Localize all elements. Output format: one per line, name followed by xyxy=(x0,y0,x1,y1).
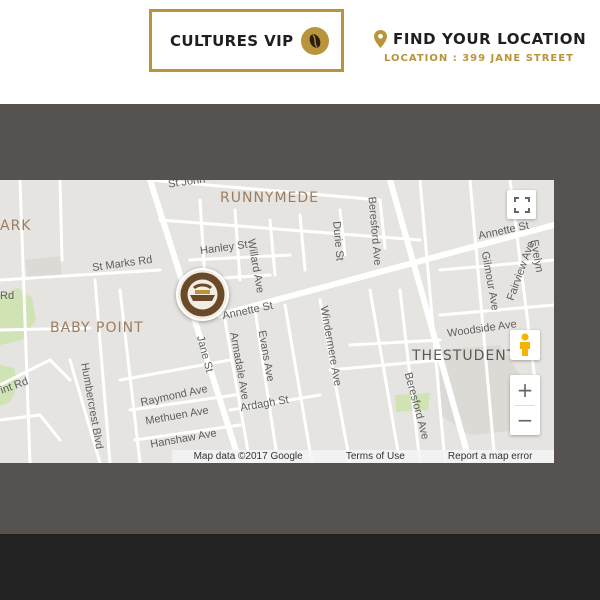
find-location-link[interactable]: FIND YOUR LOCATION xyxy=(374,30,594,48)
map-attribution-bar: Map data ©2017 Google Terms of Use Repor… xyxy=(172,450,554,463)
location-block: FIND YOUR LOCATION LOCATION : 399 JANE S… xyxy=(374,30,594,64)
map-fullscreen-button[interactable] xyxy=(507,190,536,219)
cultures-vip-label: CULTURES VIP xyxy=(170,31,294,50)
street-rd-left: Rd xyxy=(0,290,15,302)
terms-of-use-link[interactable]: Terms of Use xyxy=(346,451,405,462)
report-map-error-link[interactable]: Report a map error xyxy=(448,451,532,462)
pegman-icon xyxy=(520,333,530,356)
map-zoom-out-button[interactable]: − xyxy=(510,405,540,435)
street-view-pegman-button[interactable] xyxy=(510,330,540,360)
coffee-bean-icon xyxy=(301,27,329,55)
district-park-partial: ARK xyxy=(0,218,32,234)
fullscreen-icon xyxy=(513,196,530,213)
district-baby-point: BABY POINT xyxy=(50,320,144,336)
google-map[interactable]: RUNNYMEDE BABY POINT ARK THESTUDENT St J… xyxy=(0,180,554,463)
map-pin-icon xyxy=(374,30,387,48)
district-runnymede: RUNNYMEDE xyxy=(220,190,320,206)
map-data-credit: Map data ©2017 Google xyxy=(193,451,303,462)
site-header: CULTURES VIP FIND YOUR LOCATION LOCATION… xyxy=(0,0,600,104)
coffee-culture-logo xyxy=(180,272,225,317)
coffee-culture-marker[interactable] xyxy=(176,268,229,321)
page-footer xyxy=(0,534,600,600)
cultures-vip-button[interactable]: CULTURES VIP xyxy=(149,9,344,72)
find-location-title: FIND YOUR LOCATION xyxy=(393,30,587,48)
map-zoom-in-button[interactable]: + xyxy=(510,375,540,405)
location-address: LOCATION : 399 JANE STREET xyxy=(384,53,574,64)
map-zoom-control: + − xyxy=(510,375,540,435)
district-student: THESTUDENT xyxy=(412,348,517,364)
